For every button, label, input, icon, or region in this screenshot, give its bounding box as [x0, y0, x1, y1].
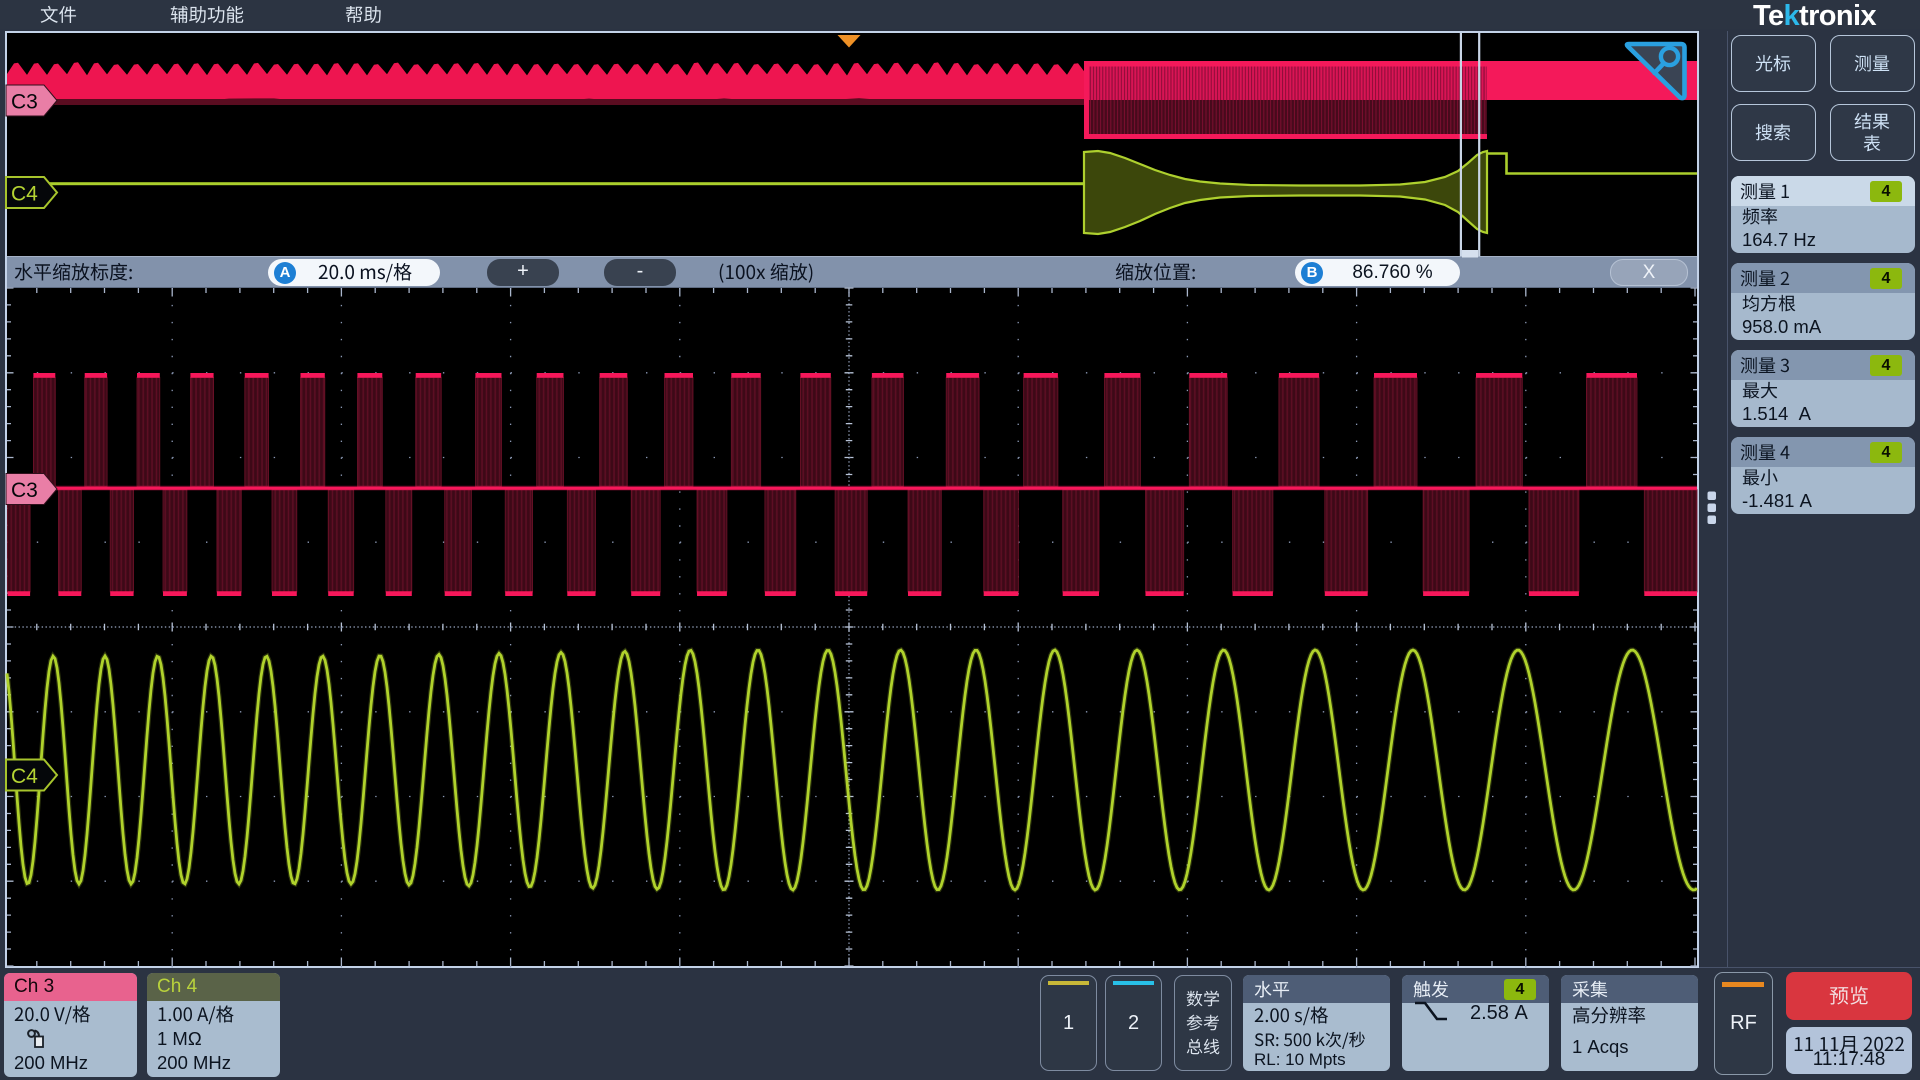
svg-text:C3: C3 — [11, 91, 38, 114]
svg-text:C4: C4 — [11, 765, 38, 788]
svg-text:C3: C3 — [11, 479, 38, 502]
svg-text:C4: C4 — [11, 183, 38, 206]
